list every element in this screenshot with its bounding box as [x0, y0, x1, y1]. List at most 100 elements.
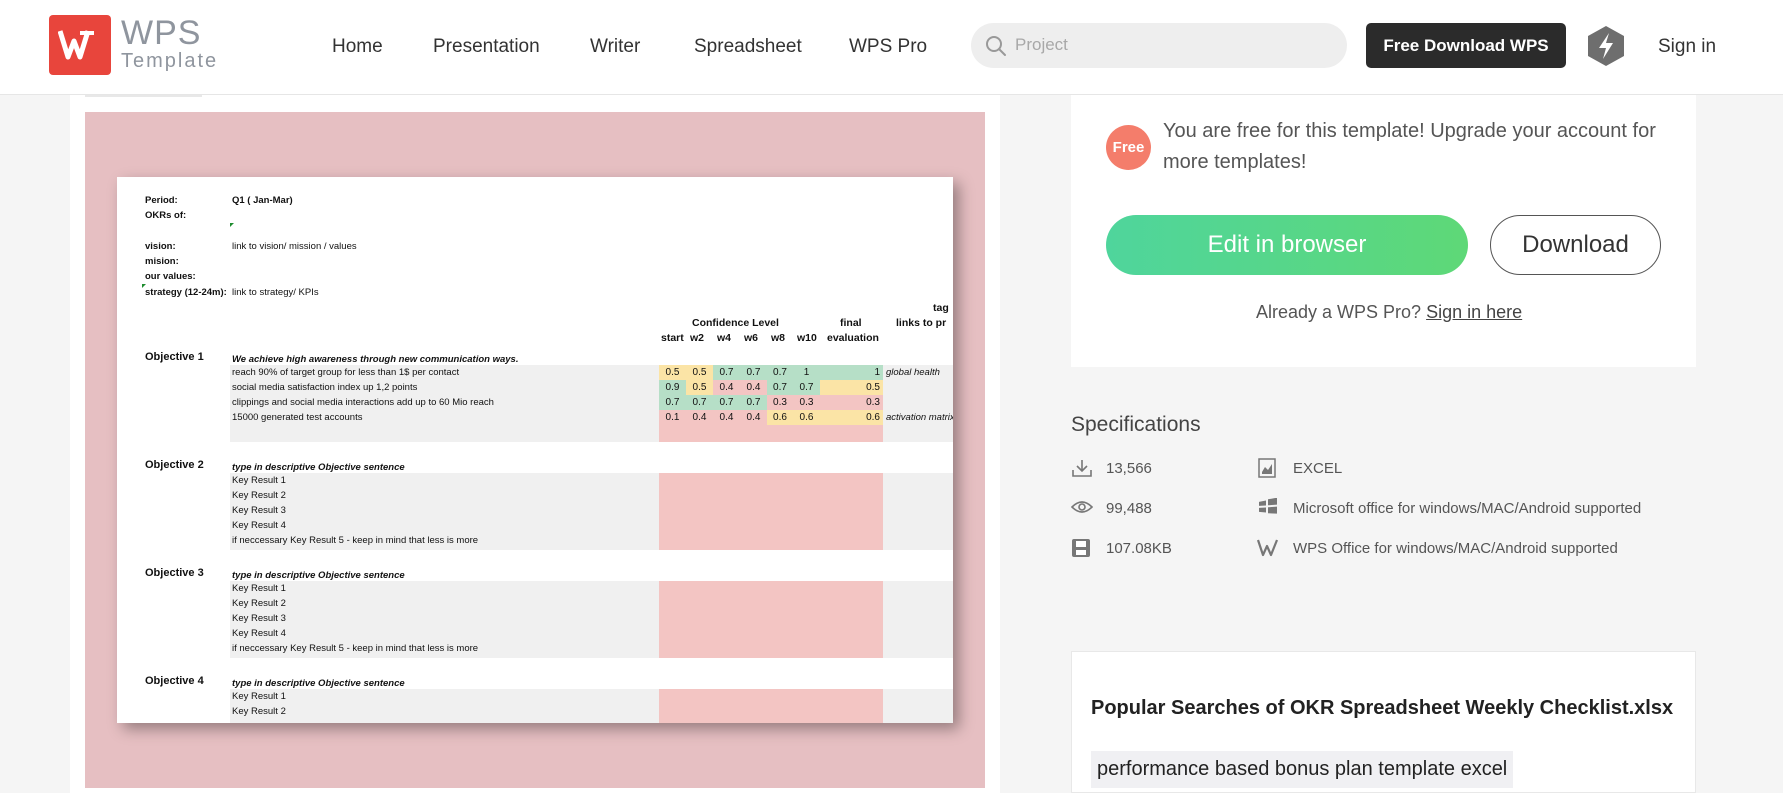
confidence-cell: 0.1: [659, 410, 686, 425]
confidence-cell: 0.4: [740, 410, 767, 425]
search-input[interactable]: [1015, 33, 1315, 57]
file-size-icon: [1072, 539, 1090, 557]
confidence-cell: 0.5: [686, 380, 713, 395]
kr-tag: global health: [886, 367, 940, 378]
nav-spreadsheet[interactable]: Spreadsheet: [694, 36, 802, 58]
wps-logo-icon[interactable]: [49, 15, 111, 75]
nav-home[interactable]: Home: [332, 36, 383, 58]
kr-text: if neccessary Key Result 5 - keep in min…: [232, 643, 479, 654]
vision-label: vision:: [145, 241, 176, 252]
final-evaluation-cell: 0.6: [820, 410, 883, 425]
top-header: WPS Template Home Presentation Writer Sp…: [0, 0, 1783, 95]
confidence-cell: 0.7: [740, 395, 767, 410]
objective-1-pad: [659, 425, 883, 442]
file-size: 107.08KB: [1106, 540, 1172, 557]
windows-icon: [1259, 498, 1277, 514]
spreadsheet-preview[interactable]: Period: Q1 ( Jan-Mar) OKRs of: vision: l…: [117, 177, 953, 723]
free-message: You are free for this template! Upgrade …: [1163, 120, 1656, 173]
nav-presentation[interactable]: Presentation: [433, 36, 540, 58]
confidence-cell: 0.5: [659, 365, 686, 380]
confidence-cell: 1: [793, 365, 820, 380]
download-button[interactable]: Download: [1490, 215, 1661, 275]
search-box[interactable]: [971, 23, 1347, 68]
final-evaluation-cell: 1: [820, 365, 883, 380]
confidence-cell: 0.7: [767, 365, 793, 380]
confidence-cell: 0.4: [686, 410, 713, 425]
vision-value: link to vision/ mission / values: [232, 241, 357, 252]
confidence-cell: 0.4: [713, 410, 740, 425]
popular-search-tag[interactable]: performance based bonus plan template ex…: [1091, 751, 1514, 788]
confidence-cell: 0.3: [767, 395, 793, 410]
search-icon: [986, 36, 1006, 56]
confidence-cell: 0.6: [767, 410, 793, 425]
wps-support: WPS Office for windows/MAC/Android suppo…: [1293, 540, 1618, 557]
kr-text: if neccessary Key Result 5 - keep in min…: [232, 535, 479, 546]
already-pro-text: Already a WPS Pro? Sign in here: [1256, 302, 1522, 323]
final-evaluation-cell: 0.3: [820, 395, 883, 410]
microsoft-support: Microsoft office for windows/MAC/Android…: [1293, 500, 1642, 517]
kr-text: Key Result 1: [232, 583, 286, 594]
popular-searches-title: Popular Searches of OKR Spreadsheet Week…: [1091, 697, 1674, 719]
evaluation-header: evaluation: [827, 332, 879, 344]
kr-text: Key Result 2: [232, 490, 286, 501]
confidence-cell: 0.4: [740, 380, 767, 395]
logo-text[interactable]: WPS Template: [121, 16, 218, 71]
objective-3-confidence-area: [659, 581, 883, 658]
confidence-header: Confidence Level: [692, 317, 779, 329]
confidence-cell: 0.3: [793, 395, 820, 410]
excel-format-icon: [1258, 458, 1276, 478]
week-header: w10: [797, 332, 817, 344]
nav-wps-pro[interactable]: WPS Pro: [849, 36, 927, 58]
view-count: 99,488: [1106, 500, 1152, 517]
edit-in-browser-button[interactable]: Edit in browser: [1106, 215, 1468, 275]
sign-in-here-link[interactable]: Sign in here: [1426, 302, 1522, 322]
kr-text: reach 90% of target group for less than …: [232, 367, 460, 378]
objective-4-sentence: type in descriptive Objective sentence: [232, 678, 405, 689]
week-header: w8: [771, 332, 786, 344]
kr-text: Key Result 4: [232, 628, 286, 639]
objective-3-sentence: type in descriptive Objective sentence: [232, 570, 405, 581]
file-format: EXCEL: [1293, 460, 1343, 477]
download-count: 13,566: [1106, 460, 1152, 477]
eye-icon: [1071, 501, 1093, 513]
nav-writer[interactable]: Writer: [590, 36, 640, 58]
kr-text: Key Result 1: [232, 475, 286, 486]
period-label: Period:: [145, 195, 178, 206]
confidence-cell: 0.6: [793, 410, 820, 425]
objective-1-label: Objective 1: [145, 351, 204, 363]
kr-text: social media satisfaction index up 1,2 p…: [232, 382, 418, 393]
confidence-cell: 0.5: [686, 365, 713, 380]
week-header: w6: [744, 332, 759, 344]
kr-text: Key Result 4: [232, 520, 286, 531]
final-evaluation-cell: 0.5: [820, 380, 883, 395]
links-header: links to pr: [896, 317, 947, 329]
kr-text: Key Result 2: [232, 706, 286, 717]
period-value: Q1 ( Jan-Mar): [232, 195, 293, 206]
free-badge: Free: [1106, 125, 1151, 170]
free-download-button[interactable]: Free Download WPS: [1366, 23, 1566, 68]
sign-in-link[interactable]: Sign in: [1658, 36, 1716, 58]
objective-4-label: Objective 4: [145, 675, 204, 687]
objective-3-label: Objective 3: [145, 567, 204, 579]
preview-tab-line: [85, 95, 202, 97]
values-label: our values:: [145, 271, 196, 282]
confidence-cell: 0.7: [713, 365, 740, 380]
kr-text: Key Result 3: [232, 505, 286, 516]
confidence-cell: 0.7: [767, 380, 793, 395]
lightning-icon[interactable]: [1586, 25, 1626, 67]
objective-2-label: Objective 2: [145, 459, 204, 471]
week-header: w2: [690, 332, 705, 344]
confidence-cell: 0.9: [659, 380, 686, 395]
mision-label: mision:: [145, 256, 179, 267]
week-header: start: [661, 332, 684, 344]
kr-text: clippings and social media interactions …: [232, 397, 494, 408]
objective-4-confidence-area: [659, 689, 883, 723]
already-pro-label: Already a WPS Pro?: [1256, 302, 1422, 322]
kr-text: Key Result 2: [232, 598, 286, 609]
confidence-cell: 0.7: [713, 395, 740, 410]
kr-text: Key Result 3: [232, 613, 286, 624]
specifications-title: Specifications: [1071, 413, 1201, 436]
confidence-cell: 0.4: [713, 380, 740, 395]
wps-office-icon: [1257, 539, 1279, 557]
confidence-cell: 0.7: [793, 380, 820, 395]
